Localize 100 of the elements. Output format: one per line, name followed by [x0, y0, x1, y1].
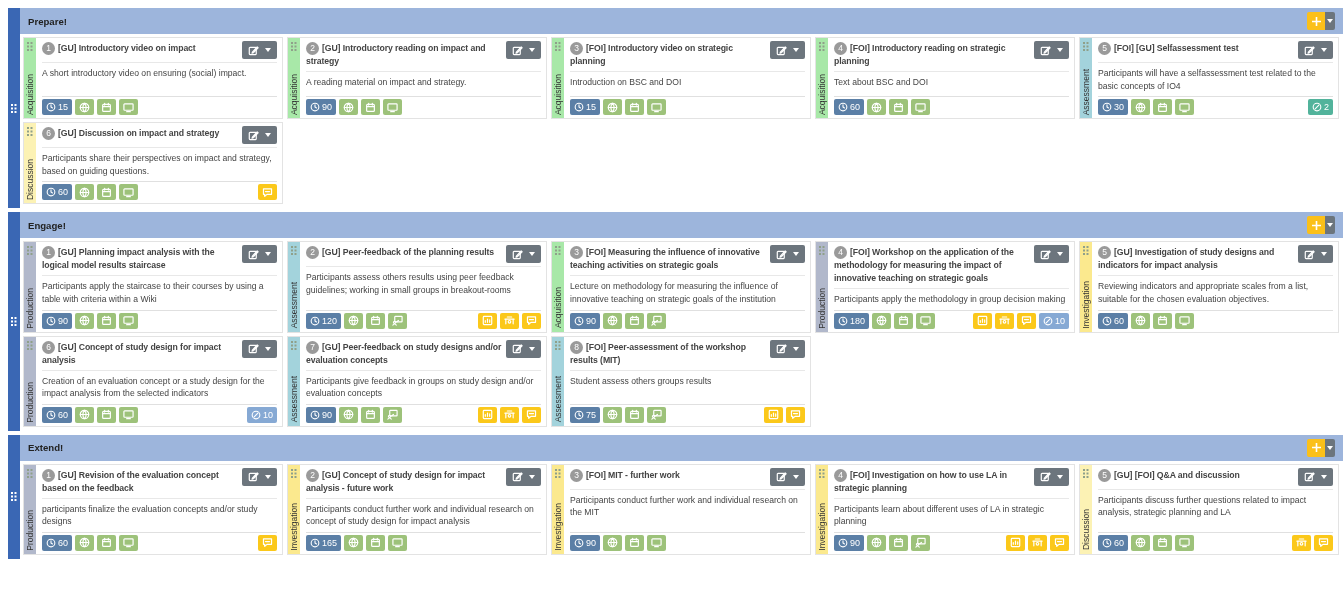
edit-menu-button[interactable]	[506, 41, 541, 59]
material-button[interactable]	[995, 312, 1014, 329]
material-button[interactable]	[258, 184, 277, 200]
tool-button[interactable]	[625, 406, 644, 423]
material-button[interactable]	[478, 406, 497, 423]
tool-button[interactable]	[361, 99, 380, 115]
tool-button[interactable]	[872, 312, 892, 329]
drag-handle-icon[interactable]	[1083, 246, 1089, 255]
drag-handle-icon[interactable]	[27, 246, 33, 255]
tool-button[interactable]	[1175, 534, 1194, 551]
tool-button[interactable]	[1131, 534, 1150, 551]
tool-button[interactable]	[625, 99, 644, 115]
tool-button[interactable]	[388, 312, 408, 329]
material-button[interactable]	[522, 312, 541, 329]
tool-button[interactable]	[366, 312, 386, 329]
tool-button[interactable]	[97, 406, 116, 423]
tool-button[interactable]	[916, 312, 936, 329]
tool-button[interactable]	[97, 312, 116, 329]
tool-button[interactable]	[119, 406, 138, 423]
edit-menu-button[interactable]	[1298, 41, 1333, 59]
material-button[interactable]	[1028, 534, 1047, 551]
drag-handle-icon[interactable]	[291, 468, 297, 478]
material-button[interactable]	[258, 534, 277, 551]
tool-button[interactable]	[1153, 99, 1172, 115]
edit-menu-button[interactable]	[770, 339, 805, 358]
tool-button[interactable]	[1175, 312, 1194, 329]
tool-button[interactable]	[889, 534, 908, 551]
add-activity-button[interactable]	[1307, 216, 1335, 234]
material-button[interactable]	[1292, 534, 1311, 551]
tool-button[interactable]	[1153, 534, 1172, 551]
tool-button[interactable]	[119, 99, 138, 115]
drag-handle-icon[interactable]	[819, 468, 825, 478]
material-button[interactable]	[1006, 534, 1025, 551]
tool-button[interactable]	[344, 534, 364, 551]
tool-button[interactable]	[603, 312, 622, 329]
tool-button[interactable]	[388, 534, 408, 551]
tool-button[interactable]	[75, 534, 94, 551]
tool-button[interactable]	[647, 534, 666, 551]
drag-handle-icon[interactable]	[819, 246, 825, 255]
tool-button[interactable]	[97, 534, 116, 551]
drag-handle-icon[interactable]	[291, 340, 297, 350]
drag-handle-icon[interactable]	[291, 246, 297, 255]
edit-menu-button[interactable]	[242, 467, 277, 486]
drag-handle-icon[interactable]	[27, 340, 33, 350]
tool-button[interactable]	[625, 312, 644, 329]
tool-button[interactable]	[647, 406, 666, 423]
drag-handle-icon[interactable]	[819, 42, 825, 51]
section-drag-handle-icon[interactable]	[11, 492, 17, 501]
tool-button[interactable]	[75, 406, 94, 423]
edit-menu-button[interactable]	[242, 126, 277, 144]
tool-button[interactable]	[1175, 99, 1194, 115]
tool-button[interactable]	[911, 534, 930, 551]
material-button[interactable]	[478, 312, 497, 329]
edit-menu-button[interactable]	[242, 41, 277, 59]
drag-handle-icon[interactable]	[555, 468, 561, 478]
material-button[interactable]	[973, 312, 992, 329]
edit-menu-button[interactable]	[242, 339, 277, 358]
tool-button[interactable]	[867, 99, 886, 115]
material-button[interactable]	[500, 406, 519, 423]
edit-menu-button[interactable]	[1298, 245, 1333, 263]
drag-handle-icon[interactable]	[27, 468, 33, 478]
drag-handle-icon[interactable]	[555, 246, 561, 255]
tool-button[interactable]	[603, 406, 622, 423]
add-activity-button[interactable]	[1307, 438, 1335, 457]
tool-button[interactable]	[75, 99, 94, 115]
material-button[interactable]	[1314, 534, 1333, 551]
tool-button[interactable]	[867, 534, 886, 551]
material-button[interactable]	[764, 406, 783, 423]
drag-handle-icon[interactable]	[27, 127, 33, 136]
edit-menu-button[interactable]	[1034, 41, 1069, 59]
tool-button[interactable]	[647, 312, 666, 329]
tool-button[interactable]	[339, 99, 358, 115]
tool-button[interactable]	[75, 184, 94, 200]
edit-menu-button[interactable]	[506, 467, 541, 486]
section-drag-handle-icon[interactable]	[11, 103, 17, 113]
tool-button[interactable]	[339, 406, 358, 423]
edit-menu-button[interactable]	[1298, 467, 1333, 486]
tool-button[interactable]	[1131, 312, 1150, 329]
tool-button[interactable]	[75, 312, 94, 329]
edit-menu-button[interactable]	[242, 245, 277, 263]
drag-handle-icon[interactable]	[27, 42, 33, 51]
edit-menu-button[interactable]	[506, 339, 541, 358]
tool-button[interactable]	[97, 184, 116, 200]
material-button[interactable]	[500, 312, 519, 329]
tool-button[interactable]	[889, 99, 908, 115]
tool-button[interactable]	[911, 99, 930, 115]
drag-handle-icon[interactable]	[555, 42, 561, 51]
add-activity-button[interactable]	[1307, 12, 1335, 30]
drag-handle-icon[interactable]	[291, 42, 297, 51]
tool-button[interactable]	[1153, 312, 1172, 329]
tool-button[interactable]	[603, 99, 622, 115]
tool-button[interactable]	[344, 312, 364, 329]
edit-menu-button[interactable]	[770, 245, 805, 263]
material-button[interactable]	[522, 406, 541, 423]
material-button[interactable]	[786, 406, 805, 423]
edit-menu-button[interactable]	[1034, 467, 1069, 486]
material-button[interactable]	[1017, 312, 1036, 329]
edit-menu-button[interactable]	[506, 245, 541, 263]
tool-button[interactable]	[119, 184, 138, 200]
tool-button[interactable]	[119, 312, 138, 329]
